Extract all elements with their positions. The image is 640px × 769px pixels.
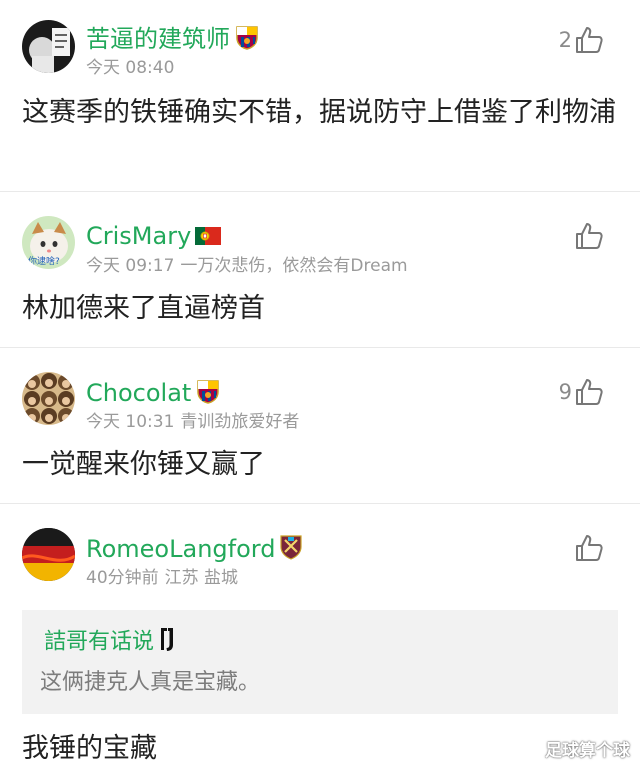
comment-text: 林加德来了直逼榜首 [22, 293, 265, 324]
avatar[interactable] [22, 20, 75, 73]
timestamp: 今天 08:40 [86, 58, 175, 78]
timestamp: 今天 10:31 [86, 412, 175, 432]
avatar-caption: 你逮啥? [28, 255, 60, 267]
thumbs-up-icon [576, 535, 603, 561]
timestamp: 40分钟前 [86, 568, 159, 588]
thumbs-up-icon [576, 223, 603, 249]
avatar[interactable]: 你逮啥? [22, 216, 75, 269]
avatar[interactable] [22, 528, 75, 581]
username[interactable]: RomeoLangford [86, 534, 303, 566]
comment-text: 这赛季的铁锤确实不错，据说防守上借鉴了利物浦 [22, 97, 616, 128]
quoted-reply[interactable]: 詰哥有话说 这俩捷克人真是宝藏。 [22, 610, 618, 714]
like-count: 9 [558, 380, 572, 404]
like-button[interactable]: 2 [559, 25, 604, 55]
portugal-flag-icon [195, 223, 222, 251]
comment-meta: 今天 08:40 [86, 58, 174, 78]
west-ham-badge-icon [279, 534, 303, 566]
comment-meta: 今天 09:17 一万次悲伤，依然会有Dream [86, 256, 408, 276]
like-button[interactable] [572, 221, 604, 251]
user-signature: 青训劲旅爱好者 [180, 412, 300, 432]
avatar[interactable] [22, 372, 75, 425]
user-location: 江苏 盐城 [164, 568, 239, 588]
comment-item: RomeoLangford 40分钟前 江苏 盐城 詰哥有话说 这俩捷克人真是宝… [0, 504, 640, 769]
comment-meta: 今天 10:31 青训劲旅爱好者 [86, 412, 299, 432]
comment-text: 一觉醒来你锤又赢了 [22, 449, 265, 480]
comment-item: 你逮啥? CrisMary 今天 09:17 一万次悲伤，依然会有Dream 林… [0, 192, 640, 348]
comment-feed: 苦逼的建筑师 今天 08:40 2 这赛季的铁锤确实不错，据说防守上借鉴了利物浦… [0, 0, 640, 769]
user-signature: 一万次悲伤，依然会有Dream [180, 256, 408, 276]
timestamp: 今天 09:17 [86, 256, 175, 276]
username[interactable]: Chocolat [86, 378, 221, 410]
username[interactable]: CrisMary [86, 222, 222, 251]
comment-meta: 40分钟前 江苏 盐城 [86, 568, 238, 588]
like-button[interactable]: 9 [559, 377, 604, 407]
quoted-text: 这俩捷克人真是宝藏。 [40, 670, 261, 695]
quoted-username[interactable]: 詰哥有话说 [44, 626, 176, 659]
comment-item: 苦逼的建筑师 今天 08:40 2 这赛季的铁锤确实不错，据说防守上借鉴了利物浦 [0, 0, 640, 192]
juventus-badge-icon [158, 626, 176, 659]
username[interactable]: 苦逼的建筑师 [86, 24, 260, 56]
barcelona-badge-icon [195, 378, 221, 410]
barcelona-badge-icon [234, 24, 260, 56]
like-count: 2 [558, 28, 572, 52]
like-button[interactable] [572, 533, 604, 563]
watermark: 足球算个球 [545, 741, 630, 761]
comment-text: 我锤的宝藏 [22, 733, 157, 764]
thumbs-up-icon [576, 379, 603, 405]
comment-item: Chocolat 今天 10:31 青训劲旅爱好者 9 一觉醒来你锤又赢了 [0, 348, 640, 504]
thumbs-up-icon [576, 27, 603, 53]
